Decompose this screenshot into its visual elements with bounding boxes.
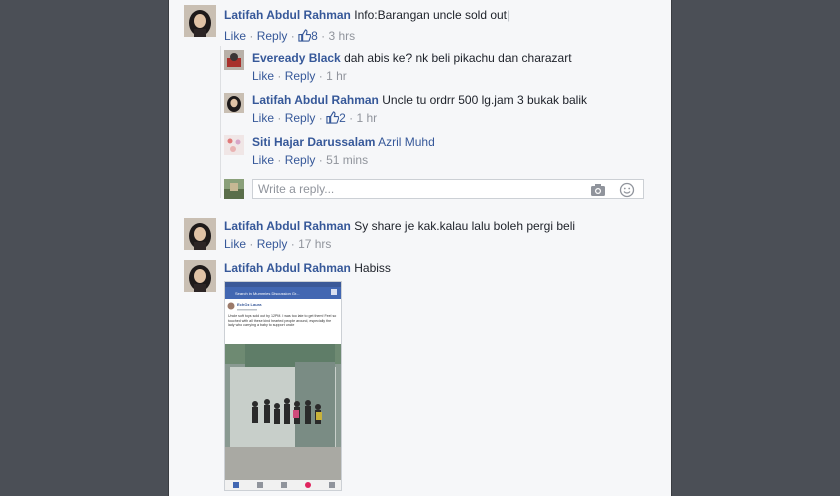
timestamp[interactable]: 3 hrs bbox=[328, 29, 355, 43]
shared-screen-title: Search in Mummies Discussion Gr... bbox=[235, 291, 299, 296]
reply-input[interactable] bbox=[258, 182, 578, 196]
comments-panel: Latifah Abdul Rahman Info:Barangan uncle… bbox=[168, 0, 672, 496]
separator: · bbox=[277, 111, 282, 125]
like-link[interactable]: Like bbox=[252, 111, 274, 125]
reply-actions: Like · Reply · 1 hr bbox=[252, 69, 347, 83]
reply-thread-line bbox=[220, 46, 221, 198]
comment-actions: Like · Reply · 17 hrs bbox=[224, 237, 331, 251]
reply-body: Siti Hajar Darussalam Azril Muhd bbox=[252, 135, 435, 149]
reply-actions: Like · Reply · 2 · 1 hr bbox=[252, 111, 377, 125]
reply-link[interactable]: Reply bbox=[285, 69, 316, 83]
comment-text: Info:Barangan uncle sold out bbox=[354, 8, 508, 22]
separator: · bbox=[318, 111, 323, 125]
comment-author[interactable]: Latifah Abdul Rahman bbox=[224, 219, 351, 233]
reply-author[interactable]: Eveready Black bbox=[252, 51, 341, 65]
like-link[interactable]: Like bbox=[224, 29, 246, 43]
avatar[interactable] bbox=[224, 93, 244, 113]
like-count-number: 8 bbox=[311, 29, 318, 43]
text-cursor: | bbox=[507, 8, 511, 22]
avatar[interactable] bbox=[184, 218, 216, 250]
thumbs-up-icon bbox=[326, 111, 340, 124]
emoji-icon[interactable] bbox=[619, 182, 635, 198]
avatar[interactable] bbox=[224, 50, 244, 70]
reply-link[interactable]: Reply bbox=[257, 237, 288, 251]
comment-body: Latifah Abdul Rahman Info:Barangan uncle… bbox=[224, 8, 510, 22]
separator: · bbox=[318, 69, 323, 83]
comment-body: Latifah Abdul Rahman Sy share je kak.kal… bbox=[224, 219, 575, 233]
like-link[interactable]: Like bbox=[252, 69, 274, 83]
separator: · bbox=[249, 237, 254, 251]
separator: · bbox=[277, 153, 282, 167]
separator: · bbox=[290, 29, 295, 43]
reply-link[interactable]: Reply bbox=[285, 153, 316, 167]
separator: · bbox=[349, 111, 354, 125]
reply-text: Uncle tu ordrr 500 lg.jam 3 bukak balik bbox=[382, 93, 588, 107]
reply-link[interactable]: Reply bbox=[257, 29, 288, 43]
reply-author[interactable]: Latifah Abdul Rahman bbox=[252, 93, 379, 107]
timestamp[interactable]: 1 hr bbox=[326, 69, 347, 83]
comment-text: Habiss bbox=[354, 261, 391, 275]
comment-body: Latifah Abdul Rahman Habiss bbox=[224, 261, 391, 275]
avatar[interactable] bbox=[224, 135, 244, 155]
reply-actions: Like · Reply · 51 mins bbox=[252, 153, 368, 167]
separator: · bbox=[249, 29, 254, 43]
comment-text: Sy share je kak.kalau lalu boleh pergi b… bbox=[354, 219, 576, 233]
separator: · bbox=[321, 29, 326, 43]
avatar[interactable] bbox=[184, 5, 216, 37]
camera-icon[interactable] bbox=[590, 182, 606, 198]
separator: · bbox=[290, 237, 295, 251]
timestamp[interactable]: 1 hr bbox=[356, 111, 377, 125]
reply-text: dah abis ke? nk beli pikachu dan charaza… bbox=[344, 51, 572, 65]
like-count[interactable]: 8 bbox=[298, 29, 321, 43]
comment-author[interactable]: Latifah Abdul Rahman bbox=[224, 8, 351, 22]
shared-post-author: EchOz Laura bbox=[237, 302, 262, 307]
reply-box bbox=[252, 179, 644, 199]
current-user-avatar bbox=[224, 179, 244, 199]
like-count-number: 2 bbox=[339, 111, 346, 125]
like-count[interactable]: 2 bbox=[326, 111, 349, 125]
attached-photo[interactable]: Search in Mummies Discussion Gr... EchOz… bbox=[224, 281, 342, 491]
thumbs-up-icon bbox=[298, 29, 312, 42]
separator: · bbox=[277, 69, 282, 83]
reply-body: Latifah Abdul Rahman Uncle tu ordrr 500 … bbox=[252, 93, 587, 107]
comment-author[interactable]: Latifah Abdul Rahman bbox=[224, 261, 351, 275]
shared-post-text: Uncle soft toys sold out by 12PM. I was … bbox=[228, 314, 337, 328]
like-link[interactable]: Like bbox=[224, 237, 246, 251]
reply-body: Eveready Black dah abis ke? nk beli pika… bbox=[252, 51, 572, 65]
timestamp[interactable]: 51 mins bbox=[326, 153, 368, 167]
timestamp[interactable]: 17 hrs bbox=[298, 237, 331, 251]
separator: · bbox=[318, 153, 323, 167]
reply-link[interactable]: Reply bbox=[285, 111, 316, 125]
comment-actions: Like · Reply · 8 · 3 hrs bbox=[224, 29, 355, 43]
like-link[interactable]: Like bbox=[252, 153, 274, 167]
reply-mention[interactable]: Azril Muhd bbox=[378, 135, 435, 149]
avatar[interactable] bbox=[184, 260, 216, 292]
reply-author[interactable]: Siti Hajar Darussalam bbox=[252, 135, 375, 149]
